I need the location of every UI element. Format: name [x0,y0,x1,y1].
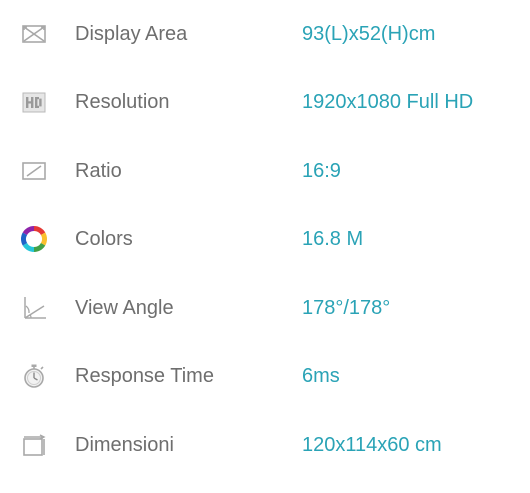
spec-value: 93(L)x52(H)cm [302,23,436,45]
ratio-icon [20,157,48,185]
spec-row-view-angle: View Angle 178°/178° [0,286,530,330]
spec-row-response-time: Response Time 6ms [0,354,530,398]
spec-label: Ratio [75,160,122,182]
hd-icon [20,88,48,116]
spec-value: 16.8 M [302,228,364,250]
spec-label: Resolution [75,91,170,113]
spec-label: Dimensioni [75,434,174,456]
spec-row-ratio: Ratio 16:9 [0,149,530,193]
spec-value: 120x114x60 cm [302,434,442,456]
spec-value: 1920x1080 Full HD [302,91,474,113]
spec-label: Colors [75,228,133,250]
dimensions-icon [20,431,48,459]
spec-row-colors: Colors 16.8 M [0,217,530,261]
stopwatch-icon [20,362,48,390]
spec-value: 6ms [302,365,340,387]
color-wheel-icon [20,225,48,253]
display-area-icon [20,20,48,48]
spec-list: Display Area 93(L)x52(H)cm Resolution 19… [0,0,530,493]
spec-label: Response Time [75,365,214,387]
spec-label: Display Area [75,23,188,45]
spec-label: View Angle [75,297,174,319]
spec-value: 178°/178° [302,297,391,319]
spec-value: 16:9 [302,160,341,182]
view-angle-icon [20,294,48,322]
spec-row-display-area: Display Area 93(L)x52(H)cm [0,12,530,56]
spec-row-resolution: Resolution 1920x1080 Full HD [0,80,530,124]
spec-row-dimensions: Dimensioni 120x114x60 cm [0,423,530,467]
